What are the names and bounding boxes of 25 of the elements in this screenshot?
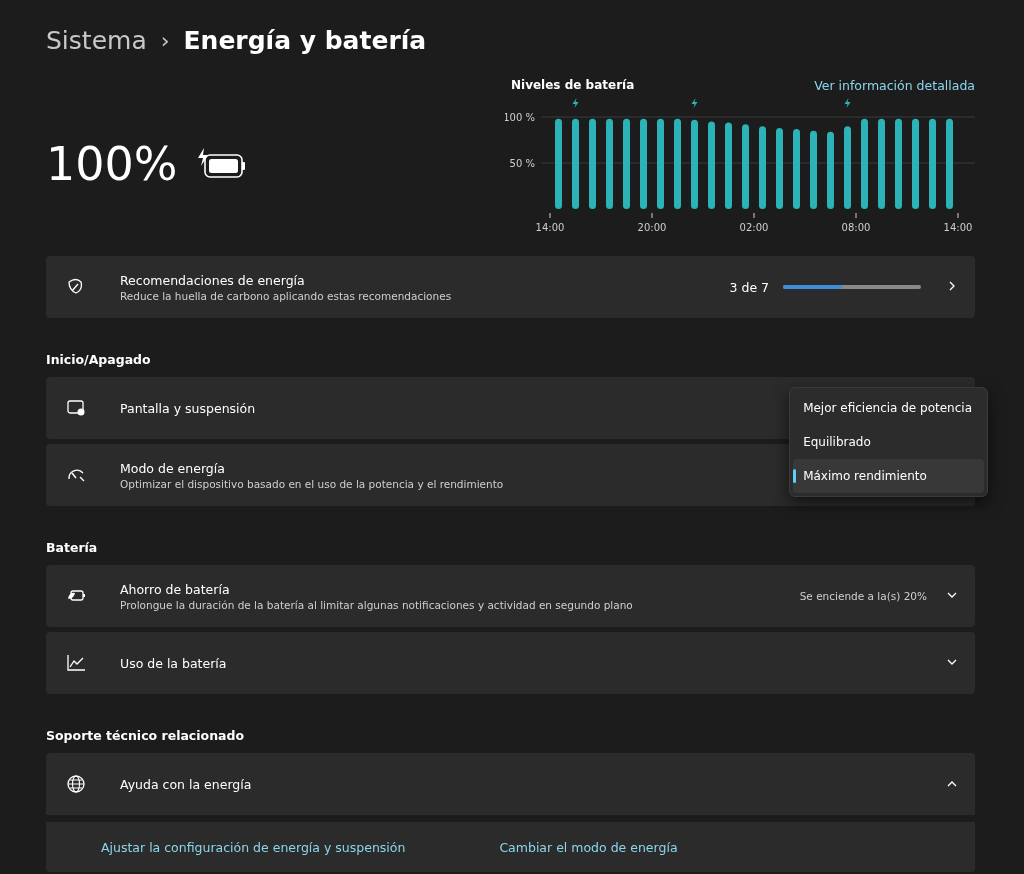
row-title: Pantalla y suspensión: [120, 400, 256, 416]
row-title: Recomendaciones de energía: [120, 272, 305, 288]
page-title: Energía y batería: [183, 25, 427, 55]
row-title: Ahorro de batería: [120, 581, 230, 597]
y-tick-label: 50 %: [509, 157, 535, 169]
setting-value: Se enciende a la(s) 20%: [799, 590, 927, 602]
row-title: Uso de la batería: [120, 655, 227, 671]
row-description: Optimizar el dispositivo basado en el uso de la potencia y el rendimiento: [120, 477, 504, 490]
battery-percentage: 100%: [46, 137, 178, 191]
x-tick-label: 02:00: [739, 221, 769, 233]
x-tick-label: 14:00: [535, 221, 565, 233]
section-heading: Batería: [46, 540, 99, 555]
row-title: Modo de energía: [120, 460, 225, 476]
x-tick-label: 20:00: [637, 221, 667, 233]
x-tick-label: 14:00: [943, 221, 973, 233]
row-description: Reduce la huella de carbono aplicando estas recomendaciones: [120, 289, 452, 302]
y-tick-label: 100 %: [505, 111, 535, 123]
row-title: Ayuda con la energía: [120, 776, 252, 792]
chart-title: Niveles de batería: [511, 78, 635, 92]
progress-count: 3 de 7: [729, 279, 769, 295]
section-heading: Inicio/Apagado: [46, 352, 152, 367]
breadcrumb-separator: ›: [160, 27, 170, 53]
section-heading: Soporte técnico relacionado: [46, 728, 245, 743]
row-description: Prolongue la duración de la batería al limitar algunas notificaciones y actividad en segundo plano: [120, 598, 633, 611]
x-tick-label: 08:00: [841, 221, 871, 233]
